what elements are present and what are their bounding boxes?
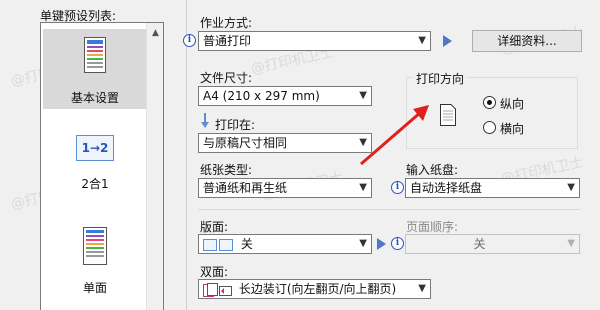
duplex-label: 双面: [200, 265, 229, 279]
portrait-radio[interactable] [483, 96, 496, 109]
portrait-label: 纵向 [500, 97, 525, 111]
paper-size-label: 文件尺寸: [200, 71, 253, 85]
orientation-title: 打印方向 [413, 70, 468, 87]
annotation-arrow [360, 105, 429, 166]
duplex-icon [203, 282, 232, 297]
document-icon [84, 37, 106, 73]
preset-label: 2合1 [81, 177, 109, 191]
paper-type-select[interactable]: 普通纸和再生纸 ▼ [198, 178, 372, 198]
preset-item-2in1[interactable]: 1→2 2合1 [43, 127, 147, 197]
play-icon[interactable] [377, 238, 386, 250]
input-tray-select[interactable]: 自动选择纸盘 ▼ [405, 178, 580, 198]
info-icon[interactable]: i [183, 34, 196, 47]
duplex-select[interactable]: 长边装订(向左翻页/向上翻页) ▼ [198, 279, 431, 299]
chevron-down-icon: ▼ [567, 238, 575, 249]
chevron-down-icon: ▼ [567, 182, 575, 193]
paper-type-label: 纸张类型: [200, 163, 253, 177]
print-on-label: 打印在: [215, 118, 256, 132]
portrait-page-icon [440, 104, 456, 126]
page-order-select[interactable]: 关 ▼ [405, 234, 580, 254]
input-tray-value: 自动选择纸盘 [410, 181, 483, 195]
down-arrow-icon [201, 113, 209, 128]
preset-list[interactable]: 基本设置 1→2 2合1 单面 ▲ [40, 22, 164, 310]
input-tray-label: 输入纸盘: [406, 163, 459, 177]
preset-item-single-side[interactable]: 单面 [43, 219, 147, 299]
landscape-label: 横向 [500, 122, 525, 136]
preset-item-basic[interactable]: 基本设置 [43, 29, 147, 109]
preset-label: 单面 [82, 281, 107, 295]
layout-icon [203, 238, 217, 251]
layout-label: 版面: [200, 220, 229, 234]
chevron-down-icon: ▼ [418, 283, 426, 294]
paper-size-select[interactable]: A4 (210 x 297 mm) ▼ [198, 86, 372, 106]
layout-select[interactable]: 关 ▼ [198, 234, 372, 254]
document-icon [83, 227, 107, 265]
page-order-label: 页面顺序: [406, 220, 459, 234]
duplex-value: 长边装订(向左翻页/向上翻页) [238, 282, 397, 296]
section-separator [198, 209, 580, 210]
play-icon[interactable] [443, 35, 452, 47]
info-icon[interactable]: i [391, 237, 404, 250]
page-order-value: 关 [473, 237, 486, 251]
paper-size-value: A4 (210 x 297 mm) [203, 89, 320, 103]
scroll-up-icon[interactable]: ▲ [147, 25, 164, 42]
2in1-icon: 1→2 [76, 135, 114, 161]
print-on-select[interactable]: 与原稿尺寸相同 ▼ [198, 133, 372, 153]
details-button[interactable]: 详细资料... [472, 30, 582, 52]
job-mode-label: 作业方式: [200, 16, 253, 30]
layout-icon [219, 238, 233, 251]
job-mode-value: 普通打印 [203, 34, 252, 48]
chevron-down-icon: ▼ [359, 238, 367, 249]
info-icon[interactable]: i [391, 181, 404, 194]
paper-type-value: 普通纸和再生纸 [203, 181, 288, 195]
preset-label: 基本设置 [70, 91, 119, 105]
layout-value: 关 [240, 237, 253, 251]
chevron-down-icon: ▼ [359, 182, 367, 193]
preset-scrollbar[interactable]: ▲ [146, 23, 163, 310]
landscape-radio[interactable] [483, 121, 496, 134]
chevron-down-icon: ▼ [418, 35, 426, 46]
job-mode-select[interactable]: 普通打印 ▼ [198, 31, 431, 51]
print-on-value: 与原稿尺寸相同 [203, 136, 288, 150]
